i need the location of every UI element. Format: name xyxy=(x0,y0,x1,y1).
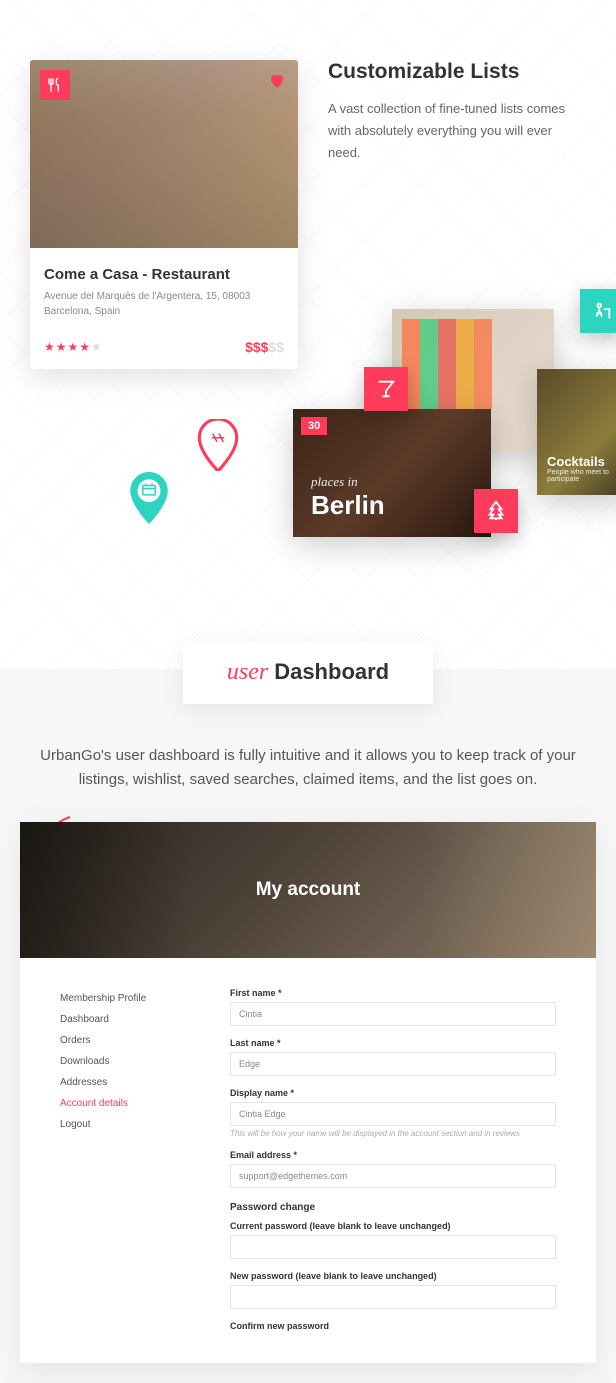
display-name-hint: This will be how your name will be displ… xyxy=(230,1129,556,1138)
cocktails-subtitle: People who meet to participate xyxy=(547,469,616,483)
first-name-label: First name * xyxy=(230,988,556,998)
berlin-tile[interactable]: 30 places in Berlin xyxy=(293,409,491,537)
hero-text: Customizable Lists A vast collection of … xyxy=(328,60,586,164)
account-sidebar: Membership ProfileDashboardOrdersDownloa… xyxy=(60,988,180,1343)
sidebar-item-logout[interactable]: Logout xyxy=(60,1114,180,1135)
map-pin-teal-icon[interactable] xyxy=(128,472,170,524)
cocktails-title: Cocktails xyxy=(547,454,616,469)
email-label: Email address * xyxy=(230,1150,556,1160)
tree-icon[interactable] xyxy=(474,489,518,533)
new-password-label: New password (leave blank to leave uncha… xyxy=(230,1271,556,1281)
sidebar-item-addresses[interactable]: Addresses xyxy=(60,1072,180,1093)
confirm-password-label: Confirm new password xyxy=(230,1321,556,1331)
password-section-title: Password change xyxy=(230,1202,556,1213)
last-name-input[interactable] xyxy=(230,1052,556,1076)
account-panel: My account Membership ProfileDashboardOr… xyxy=(20,822,596,1363)
account-title: My account xyxy=(256,879,361,901)
image-collage: articipate Cocktails People who meet to … xyxy=(30,309,586,589)
utensils-icon xyxy=(40,70,70,100)
heart-icon[interactable] xyxy=(268,72,286,95)
display-name-input[interactable] xyxy=(230,1102,556,1126)
sidebar-item-account-details[interactable]: Account details xyxy=(60,1093,180,1114)
first-name-input[interactable] xyxy=(230,1002,556,1026)
cocktails-tile[interactable]: Cocktails People who meet to participate xyxy=(537,369,616,495)
account-form: First name * Last name * Display name * … xyxy=(230,988,556,1343)
berlin-count: 30 xyxy=(301,417,327,435)
account-hero: My account xyxy=(20,822,596,958)
display-name-label: Display name * xyxy=(230,1088,556,1098)
listing-address-1: Avenue del Marquès de l'Argentera, 15, 0… xyxy=(44,289,284,304)
current-password-input[interactable] xyxy=(230,1235,556,1259)
berlin-script: places in xyxy=(311,474,385,490)
dashboard-title-wrap: userDashboard xyxy=(0,641,616,704)
last-name-label: Last name * xyxy=(230,1038,556,1048)
desk-icon[interactable] xyxy=(580,289,616,333)
dashboard-description: UrbanGo's user dashboard is fully intuit… xyxy=(0,704,616,822)
sidebar-item-membership-profile[interactable]: Membership Profile xyxy=(60,988,180,1009)
listing-image xyxy=(30,60,298,248)
hero-title: Customizable Lists xyxy=(328,60,586,84)
current-password-label: Current password (leave blank to leave u… xyxy=(230,1221,556,1231)
cocktail-icon[interactable] xyxy=(364,367,408,411)
sidebar-item-dashboard[interactable]: Dashboard xyxy=(60,1009,180,1030)
new-password-input[interactable] xyxy=(230,1285,556,1309)
hero-section: Come a Casa - Restaurant Avenue del Marq… xyxy=(0,0,616,669)
dashboard-title: userDashboard xyxy=(183,641,433,704)
email-input[interactable] xyxy=(230,1164,556,1188)
map-pin-red-icon[interactable] xyxy=(197,419,239,471)
listing-title: Come a Casa - Restaurant xyxy=(44,266,284,283)
berlin-city: Berlin xyxy=(311,490,385,521)
sidebar-item-downloads[interactable]: Downloads xyxy=(60,1051,180,1072)
sidebar-item-orders[interactable]: Orders xyxy=(60,1030,180,1051)
hero-description: A vast collection of fine-tuned lists co… xyxy=(328,98,586,164)
